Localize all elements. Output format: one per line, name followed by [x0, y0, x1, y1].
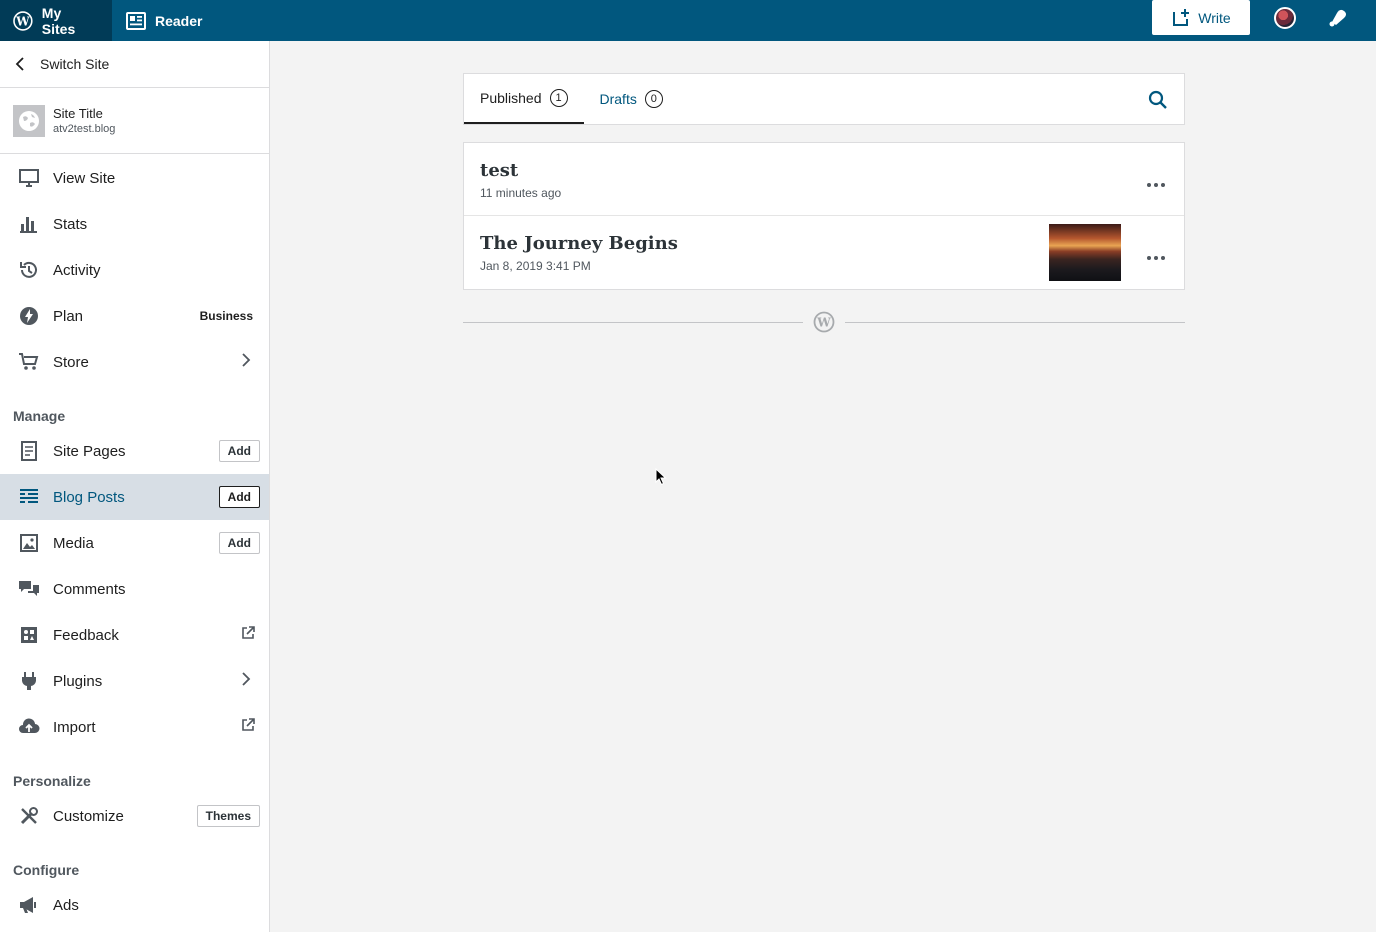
reader-icon	[126, 11, 146, 30]
external-link-icon	[241, 626, 255, 644]
sidebar-item-view-site[interactable]: View Site	[0, 155, 269, 201]
site-card[interactable]: Site Title atv2test.blog	[0, 88, 269, 154]
sidebar-item-label: Activity	[53, 261, 101, 279]
tab-label: Drafts	[599, 91, 637, 107]
sidebar-item-label: Media	[53, 534, 94, 552]
list-end-divider: W	[463, 310, 1185, 334]
megaphone-icon	[18, 894, 40, 916]
post-timestamp: 11 minutes ago	[480, 186, 562, 200]
post-item[interactable]: test 11 minutes ago	[464, 143, 1184, 216]
post-title[interactable]: test	[480, 160, 1184, 181]
cart-icon	[18, 351, 40, 373]
more-actions-icon[interactable]	[1146, 175, 1166, 193]
sidebar-item-label: Ads	[53, 896, 79, 914]
sidebar-item-site-pages[interactable]: Site Pages Add	[0, 428, 269, 474]
sidebar-item-import[interactable]: Import	[0, 704, 269, 750]
comments-icon	[18, 578, 40, 600]
sidebar-item-ads[interactable]: Ads	[0, 882, 269, 928]
masterbar: W My Sites Reader Write	[0, 0, 1376, 41]
sidebar-item-label: Import	[53, 718, 96, 736]
plan-badge: Business	[199, 309, 253, 323]
site-url: atv2test.blog	[53, 123, 116, 135]
tab-drafts[interactable]: Drafts 0	[584, 74, 679, 124]
personalize-heading: Personalize	[13, 773, 91, 789]
write-label: Write	[1198, 9, 1231, 26]
sidebar-item-activity[interactable]: Activity	[0, 247, 269, 293]
switch-site-label: Switch Site	[40, 56, 110, 72]
sidebar-item-label: Blog Posts	[53, 488, 125, 506]
mouse-cursor-icon	[655, 467, 667, 491]
posts-icon	[18, 486, 40, 508]
tab-count: 0	[644, 90, 663, 108]
bar-chart-icon	[18, 213, 40, 235]
notifications-icon[interactable]	[1328, 8, 1350, 33]
image-icon	[18, 532, 40, 554]
user-avatar[interactable]	[1274, 7, 1296, 29]
sidebar-item-feedback[interactable]: Feedback	[0, 612, 269, 658]
site-globe-icon	[13, 104, 45, 137]
sidebar-item-label: Feedback	[53, 626, 119, 644]
add-post-button[interactable]: Add	[218, 486, 260, 508]
sidebar-item-plugins[interactable]: Plugins	[0, 658, 269, 704]
sidebar-item-comments[interactable]: Comments	[0, 566, 269, 612]
tab-count: 1	[549, 89, 568, 107]
sidebar-item-stats[interactable]: Stats	[0, 201, 269, 247]
reader-label: Reader	[155, 12, 203, 29]
more-actions-icon[interactable]	[1146, 248, 1166, 266]
post-list: test 11 minutes ago The Journey Begins J…	[463, 142, 1185, 290]
sidebar-item-media[interactable]: Media Add	[0, 520, 269, 566]
sidebar-item-plan[interactable]: Plan Business	[0, 293, 269, 339]
search-icon[interactable]	[1148, 90, 1168, 115]
add-media-button[interactable]: Add	[218, 532, 260, 554]
add-page-button[interactable]: Add	[218, 440, 260, 462]
monitor-icon	[18, 167, 40, 189]
themes-button[interactable]: Themes	[196, 805, 260, 827]
my-sites-label: My Sites	[41, 4, 76, 37]
sidebar-item-customize[interactable]: Customize Themes	[0, 793, 269, 839]
tab-published[interactable]: Published 1	[464, 74, 584, 124]
write-button[interactable]: Write	[1152, 0, 1250, 35]
my-sites-button[interactable]: W My Sites	[0, 0, 112, 41]
post-thumbnail[interactable]	[1049, 224, 1121, 281]
configure-heading: Configure	[13, 862, 80, 878]
plan-bolt-icon	[18, 305, 40, 327]
sidebar-item-label: Plan	[53, 307, 84, 325]
sidebar-item-blog-posts[interactable]: Blog Posts Add	[0, 474, 269, 520]
chevron-left-icon	[15, 57, 24, 71]
chevron-right-icon	[241, 671, 251, 691]
sidebar-item-label: Plugins	[53, 672, 103, 690]
chevron-right-icon	[241, 352, 251, 372]
sidebar: Switch Site Site Title atv2test.blog Vie…	[0, 41, 270, 932]
post-item[interactable]: The Journey Begins Jan 8, 2019 3:41 PM	[464, 216, 1184, 289]
divider-line	[845, 322, 1185, 323]
cloud-upload-icon	[18, 716, 40, 738]
reader-button[interactable]: Reader	[112, 0, 216, 41]
manage-heading: Manage	[13, 408, 66, 424]
external-link-icon	[241, 718, 255, 736]
wordpress-logo-icon: W	[813, 311, 835, 338]
sidebar-item-label: Site Pages	[53, 442, 126, 460]
site-title: Site Title	[53, 106, 103, 121]
tools-icon	[18, 805, 40, 827]
wordpress-logo-icon: W	[13, 10, 33, 31]
svg-text:W: W	[15, 14, 30, 28]
sidebar-item-label: Stats	[53, 215, 88, 233]
feedback-icon	[18, 624, 40, 646]
sidebar-item-label: Comments	[53, 580, 126, 598]
sidebar-item-label: Store	[53, 353, 89, 371]
sidebar-item-label: Customize	[53, 807, 124, 825]
svg-text:W: W	[816, 316, 831, 330]
history-icon	[18, 259, 40, 281]
divider-line	[463, 322, 803, 323]
page-icon	[18, 440, 40, 462]
plugin-icon	[18, 670, 40, 692]
switch-site-button[interactable]: Switch Site	[0, 41, 269, 88]
post-status-tabs: Published 1 Drafts 0	[463, 73, 1185, 125]
write-icon	[1173, 8, 1190, 26]
tab-label: Published	[480, 90, 542, 106]
sidebar-item-store[interactable]: Store	[0, 339, 269, 385]
sidebar-item-label: View Site	[53, 169, 116, 187]
